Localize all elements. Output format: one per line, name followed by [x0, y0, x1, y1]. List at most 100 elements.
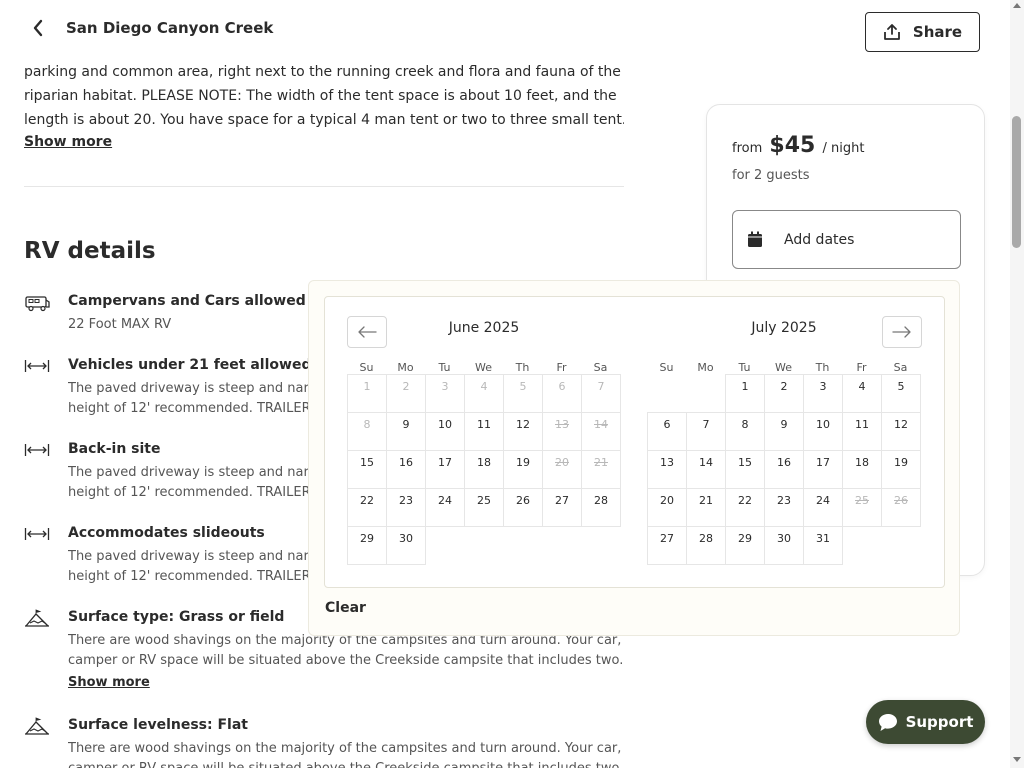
calendar-day[interactable]: 28: [686, 526, 726, 565]
calendar-day[interactable]: 1: [725, 374, 765, 413]
calendar-day[interactable]: 23: [386, 488, 426, 527]
calendar-panel: June 2025 July 2025 Su Mo Tu We Th Fr Sa 1 2 3 4 5 6…: [324, 296, 945, 588]
calendar-day[interactable]: 23: [764, 488, 804, 527]
calendar-day: 5: [503, 374, 543, 413]
calendar-day[interactable]: 28: [581, 488, 621, 527]
calendar-icon: [748, 231, 762, 247]
calendar-day[interactable]: 6: [647, 412, 687, 451]
rv-detail-title: Back-in site: [68, 441, 161, 457]
chevron-left-icon: [33, 19, 43, 37]
calendar-day[interactable]: 30: [764, 526, 804, 565]
calendar-day[interactable]: 16: [764, 450, 804, 489]
calendar-day[interactable]: 25: [464, 488, 504, 527]
calendar-day[interactable]: 21: [686, 488, 726, 527]
calendar-day: 26: [881, 488, 921, 527]
calendar-day[interactable]: 5: [881, 374, 921, 413]
rv-detail-line: camper or RV space will be situated abov…: [68, 653, 624, 668]
width-arrows-icon: [24, 528, 50, 540]
calendar-day: 7: [581, 374, 621, 413]
add-dates-button[interactable]: Add dates: [732, 210, 961, 269]
page-scrollbar[interactable]: [1010, 0, 1024, 768]
weekday-label: Th: [815, 361, 830, 374]
calendar-day[interactable]: 16: [386, 450, 426, 489]
rv-detail-line: camper or RV space will be situated abov…: [68, 759, 624, 768]
calendar-day[interactable]: 17: [425, 450, 465, 489]
top-header: San Diego Canyon Creek Share: [0, 0, 1010, 58]
calendar-day[interactable]: 17: [803, 450, 843, 489]
calendar-day[interactable]: 10: [425, 412, 465, 451]
calendar-day[interactable]: 3: [803, 374, 843, 413]
rv-detail-title: Vehicles under 21 feet allowed: [68, 357, 312, 373]
description-show-more-link[interactable]: Show more: [24, 134, 112, 150]
calendar-day: 1: [347, 374, 387, 413]
weekday-label: Mo: [697, 361, 714, 374]
arrow-left-icon: [358, 326, 377, 338]
calendar-day[interactable]: 18: [464, 450, 504, 489]
calendar-day[interactable]: 13: [647, 450, 687, 489]
calendar-day[interactable]: 19: [881, 450, 921, 489]
next-month-button[interactable]: [882, 316, 922, 348]
calendar-day[interactable]: 30: [386, 526, 426, 565]
calendar-day[interactable]: 26: [503, 488, 543, 527]
calendar-day[interactable]: 9: [764, 412, 804, 451]
calendar-day: 14: [581, 412, 621, 451]
calendar-day[interactable]: 8: [725, 412, 765, 451]
calendar-day: 6: [542, 374, 582, 413]
price-value: $45: [769, 133, 816, 158]
calendar-day[interactable]: 20: [647, 488, 687, 527]
calendar-day[interactable]: 27: [542, 488, 582, 527]
weekday-label: We: [475, 361, 492, 374]
calendar-day[interactable]: 15: [725, 450, 765, 489]
calendar-day[interactable]: 2: [764, 374, 804, 413]
calendar-day[interactable]: 11: [464, 412, 504, 451]
rv-detail-line: There are wood shavings on the majority …: [68, 741, 624, 756]
calendar-day[interactable]: 22: [725, 488, 765, 527]
calendar-day[interactable]: 15: [347, 450, 387, 489]
weekday-label: Su: [659, 361, 674, 374]
support-button[interactable]: Support: [866, 700, 985, 744]
calendar-day[interactable]: 24: [803, 488, 843, 527]
price-unit: / night: [822, 141, 865, 156]
calendar-day[interactable]: 12: [881, 412, 921, 451]
calendar-day[interactable]: 9: [386, 412, 426, 451]
calendar-day[interactable]: 24: [425, 488, 465, 527]
weekday-label: Fr: [556, 361, 567, 374]
width-arrows-icon: [24, 360, 50, 372]
width-arrows-icon: [24, 444, 50, 456]
calendar-day[interactable]: 29: [725, 526, 765, 565]
share-button[interactable]: Share: [865, 12, 980, 52]
weekday-label: Tu: [438, 361, 451, 374]
calendar-day[interactable]: 10: [803, 412, 843, 451]
scroll-down-arrow-icon[interactable]: [1013, 757, 1021, 762]
chat-bubble-icon: [878, 713, 897, 731]
description-line: riparian habitat. PLEASE NOTE: The width…: [24, 88, 617, 104]
previous-month-button[interactable]: [347, 316, 387, 348]
scroll-up-arrow-icon[interactable]: [1013, 3, 1021, 8]
weekday-label: Sa: [593, 361, 608, 374]
rv-detail-title: Campervans and Cars allowed: [68, 293, 306, 309]
weekday-label: Fr: [856, 361, 867, 374]
calendar-day[interactable]: 11: [842, 412, 882, 451]
calendar-day[interactable]: 29: [347, 526, 387, 565]
scrollbar-thumb[interactable]: [1012, 116, 1021, 248]
calendar-day[interactable]: 31: [803, 526, 843, 565]
page-title: San Diego Canyon Creek: [66, 19, 274, 37]
back-button[interactable]: [26, 16, 50, 40]
calendar-day[interactable]: 14: [686, 450, 726, 489]
price-row: from $45 / night: [732, 133, 864, 158]
surface-type-show-more-link[interactable]: Show more: [68, 673, 624, 693]
add-dates-label: Add dates: [784, 232, 855, 248]
terrain-icon: [25, 717, 49, 735]
calendar-day[interactable]: 7: [686, 412, 726, 451]
calendar-day: 13: [542, 412, 582, 451]
calendar-day[interactable]: 27: [647, 526, 687, 565]
clear-dates-button[interactable]: Clear: [325, 600, 366, 616]
calendar-day[interactable]: 4: [842, 374, 882, 413]
calendar-day: 21: [581, 450, 621, 489]
weekday-label: Sa: [893, 361, 908, 374]
calendar-day[interactable]: 22: [347, 488, 387, 527]
calendar-day[interactable]: 12: [503, 412, 543, 451]
calendar-day: 3: [425, 374, 465, 413]
calendar-day[interactable]: 19: [503, 450, 543, 489]
calendar-day[interactable]: 18: [842, 450, 882, 489]
